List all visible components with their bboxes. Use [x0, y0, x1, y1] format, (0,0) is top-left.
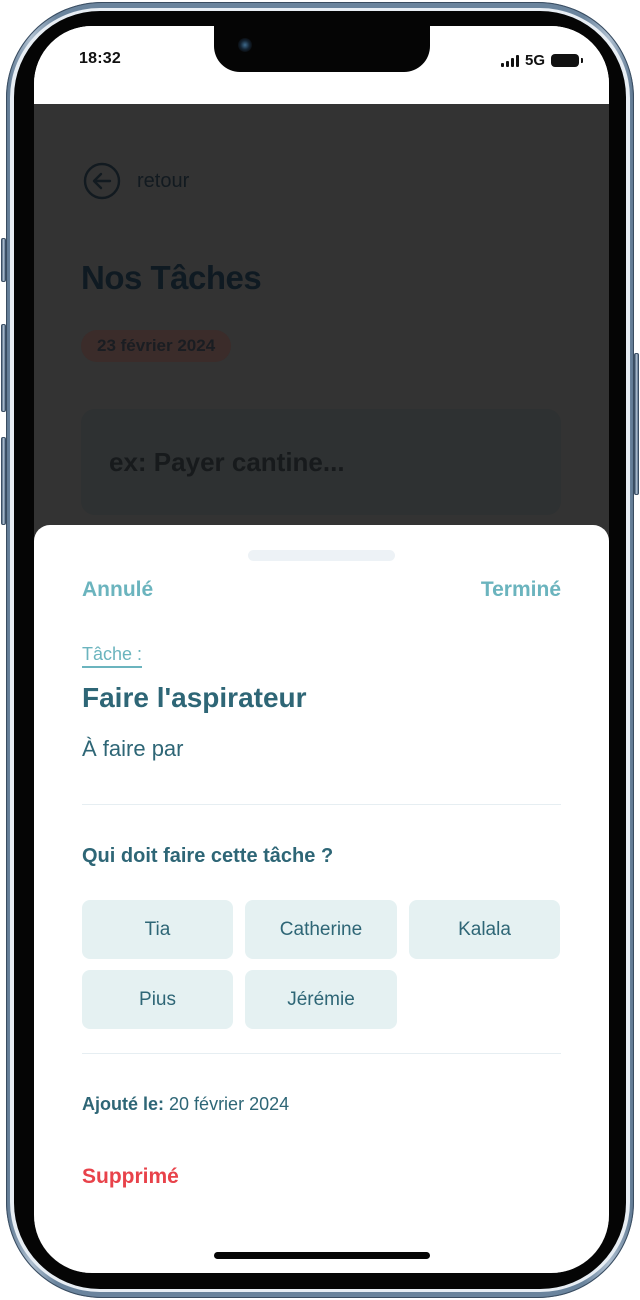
divider: [82, 1053, 561, 1054]
home-indicator[interactable]: [214, 1252, 430, 1259]
person-button-catherine[interactable]: Catherine: [245, 900, 397, 959]
status-time: 18:32: [79, 50, 121, 67]
silent-switch: [1, 238, 6, 282]
camera-icon: [238, 38, 252, 52]
notch: [214, 26, 430, 72]
back-button[interactable]: retour: [83, 162, 189, 200]
volume-up-button: [1, 324, 6, 412]
person-button-tia[interactable]: Tia: [82, 900, 233, 959]
people-grid: Tia Catherine Kalala Pius Jérémie: [82, 900, 562, 1029]
network-type: 5G: [524, 52, 545, 69]
task-name: Faire l'aspirateur: [82, 682, 307, 713]
delete-button[interactable]: Supprimé: [82, 1165, 179, 1189]
person-button-kalala[interactable]: Kalala: [409, 900, 560, 959]
added-date-row: Ajouté le: 20 février 2024: [82, 1094, 289, 1115]
person-button-pius[interactable]: Pius: [82, 970, 233, 1029]
page-title: Nos Tâches: [81, 259, 262, 296]
done-button[interactable]: Terminé: [481, 578, 561, 602]
assign-section-title: Qui doit faire cette tâche ?: [82, 845, 334, 867]
status-icons: 5G: [500, 52, 583, 69]
person-button-jeremie[interactable]: Jérémie: [245, 970, 397, 1029]
sheet-grabber[interactable]: [248, 550, 395, 561]
assignee-text: À faire par: [82, 736, 184, 761]
task-input[interactable]: [81, 409, 561, 515]
arrow-left-circle-icon: [83, 162, 121, 200]
divider: [82, 804, 561, 805]
signal-icon: [500, 54, 519, 67]
task-field-label: Tâche :: [82, 643, 143, 668]
task-detail-sheet: Annulé Terminé Tâche : Faire l'aspirateu…: [34, 525, 609, 1273]
battery-icon: [551, 54, 583, 67]
date-badge: 23 février 2024: [81, 330, 232, 362]
added-date: 20 février 2024: [169, 1094, 290, 1114]
power-button: [634, 353, 639, 495]
cancel-button[interactable]: Annulé: [82, 578, 153, 602]
added-label: Ajouté le:: [82, 1094, 165, 1114]
back-label: retour: [137, 169, 190, 192]
volume-down-button: [1, 437, 6, 525]
screen: 18:32 5G retour Nos Tâches 23 février 20…: [34, 26, 609, 1273]
